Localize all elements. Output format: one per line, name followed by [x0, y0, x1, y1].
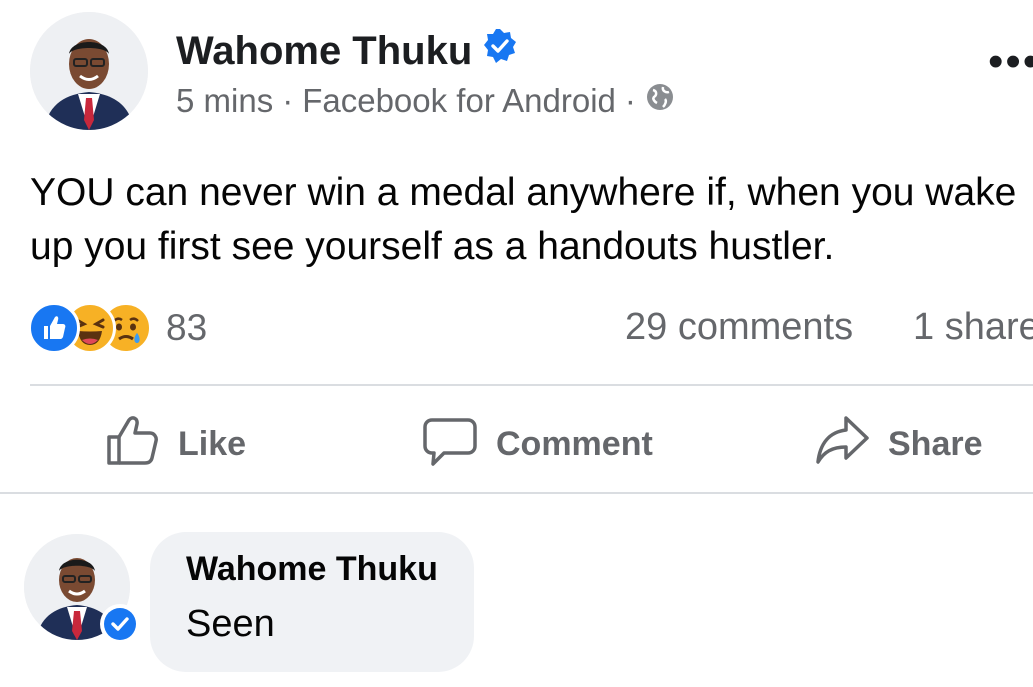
- comments-count[interactable]: 29 comments: [625, 306, 853, 349]
- share-button[interactable]: Share: [814, 412, 983, 477]
- post-time[interactable]: 5 mins: [176, 82, 273, 120]
- verified-badge-icon: [482, 28, 518, 74]
- author-name-text[interactable]: Wahome Thuku: [176, 29, 472, 74]
- like-button[interactable]: Like: [104, 412, 246, 477]
- comment-icon: [422, 412, 478, 477]
- commenter-verified-badge-icon: [100, 604, 140, 644]
- meta-separator: ·: [624, 82, 636, 119]
- like-label[interactable]: Like: [178, 425, 246, 464]
- divider: [30, 384, 1033, 386]
- reactions-summary[interactable]: 83: [28, 302, 207, 354]
- comment-label[interactable]: Comment: [496, 425, 653, 464]
- comment-button[interactable]: Comment: [422, 412, 653, 477]
- post-meta: 5 mins · Facebook for Android ·: [176, 82, 675, 120]
- shares-count[interactable]: 1 share: [913, 306, 1033, 349]
- reaction-count[interactable]: 83: [166, 307, 207, 349]
- like-reaction-icon: [28, 302, 80, 354]
- post-author-name[interactable]: Wahome Thuku: [176, 28, 518, 74]
- globe-icon[interactable]: [645, 82, 675, 120]
- more-options-button[interactable]: •••: [988, 40, 1033, 84]
- divider: [0, 492, 1033, 494]
- meta-separator: ·: [282, 82, 294, 119]
- post-source: Facebook for Android: [302, 82, 616, 119]
- share-label[interactable]: Share: [888, 425, 983, 464]
- author-avatar[interactable]: [30, 12, 148, 130]
- comment-text: Seen: [186, 603, 275, 645]
- share-arrow-icon: [814, 412, 870, 477]
- post-text: YOU can never win a medal anywhere if, w…: [30, 171, 1017, 268]
- thumbs-up-icon: [104, 412, 160, 477]
- comment-author-name[interactable]: Wahome Thuku: [186, 550, 438, 589]
